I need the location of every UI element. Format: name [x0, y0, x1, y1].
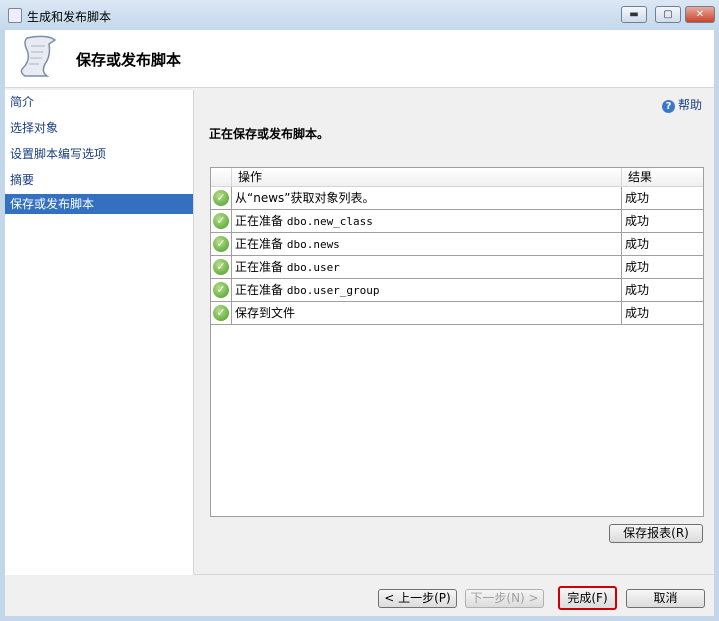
window-title: 生成和发布脚本 [27, 10, 112, 24]
nav-item-select-objects[interactable]: 选择对象 [5, 116, 193, 142]
nav-item-scripting-options[interactable]: 设置脚本编写选项 [5, 142, 193, 168]
finish-button[interactable]: 完成(F) [558, 586, 617, 610]
minimize-button[interactable]: ▬ [621, 6, 647, 23]
action-cell: 保存到文件 [233, 302, 622, 324]
maximize-button[interactable]: ▢ [655, 6, 681, 23]
action-cell: 正在准备 dbo.user [233, 256, 622, 278]
object-name: dbo.new_class [286, 215, 373, 228]
result-cell: 成功 [625, 191, 650, 205]
wizard-client: 保存或发布脚本 简介 选择对象 设置脚本编写选项 摘要 保存或发布脚本 ? 帮助 … [5, 30, 714, 616]
table-row[interactable]: ✓ 正在准备 dbo.news 成功 [211, 233, 703, 256]
object-name: dbo.user_group [286, 284, 380, 297]
object-name: dbo.news [286, 238, 340, 251]
nav-item-save-publish[interactable]: 保存或发布脚本 [5, 194, 193, 214]
help-label: 帮助 [677, 98, 702, 112]
results-table: 操作 结果 ✓ 从“news”获取对象列表。 成功 ✓ 正在准备 dbo.new_cla… [210, 167, 704, 517]
table-row[interactable]: ✓ 正在准备 dbo.new_class 成功 [211, 210, 703, 233]
table-header: 操作 结果 [211, 168, 703, 187]
table-row[interactable]: ✓ 从“news”获取对象列表。 成功 [211, 187, 703, 210]
result-cell: 成功 [625, 283, 650, 297]
success-check-icon: ✓ [213, 213, 229, 229]
table-row[interactable]: ✓ 保存到文件 成功 [211, 302, 703, 325]
action-cell: 从“news”获取对象列表。 [233, 187, 622, 209]
success-check-icon: ✓ [213, 190, 229, 206]
scroll-icon [20, 35, 57, 77]
previous-button[interactable]: < 上一步(P) [378, 589, 457, 608]
script-icon [8, 8, 22, 23]
result-cell: 成功 [625, 237, 650, 251]
table-row[interactable]: ✓ 正在准备 dbo.user 成功 [211, 256, 703, 279]
column-header-result[interactable]: 结果 [623, 168, 652, 186]
column-header-action[interactable]: 操作 [233, 168, 622, 186]
table-row[interactable]: ✓ 正在准备 dbo.user_group 成功 [211, 279, 703, 302]
next-button[interactable]: 下一步(N) > [465, 589, 544, 608]
close-button[interactable]: ✕ [685, 6, 715, 23]
wizard-nav: 简介 选择对象 设置脚本编写选项 摘要 保存或发布脚本 [5, 90, 194, 575]
nav-item-intro[interactable]: 简介 [5, 90, 193, 116]
result-cell: 成功 [625, 260, 650, 274]
nav-item-summary[interactable]: 摘要 [5, 168, 193, 194]
success-check-icon: ✓ [213, 236, 229, 252]
status-text: 正在保存或发布脚本。 [209, 127, 330, 141]
help-link[interactable]: ? 帮助 [661, 96, 702, 113]
help-icon: ? [661, 100, 675, 113]
wizard-header: 保存或发布脚本 [5, 30, 714, 88]
action-cell: 正在准备 dbo.news [233, 233, 622, 255]
action-cell: 正在准备 dbo.new_class [233, 210, 622, 232]
object-name: dbo.user [286, 261, 340, 274]
success-check-icon: ✓ [213, 282, 229, 298]
save-report-button[interactable]: 保存报表(R) [609, 524, 703, 543]
result-cell: 成功 [625, 306, 650, 320]
action-cell: 正在准备 dbo.user_group [233, 279, 622, 301]
success-check-icon: ✓ [213, 305, 229, 321]
page-title: 保存或发布脚本 [76, 51, 182, 69]
success-check-icon: ✓ [213, 259, 229, 275]
title-bar: 生成和发布脚本 ▬ ▢ ✕ [0, 0, 719, 30]
cancel-button[interactable]: 取消 [626, 589, 705, 608]
result-cell: 成功 [625, 214, 650, 228]
divider [194, 574, 714, 575]
